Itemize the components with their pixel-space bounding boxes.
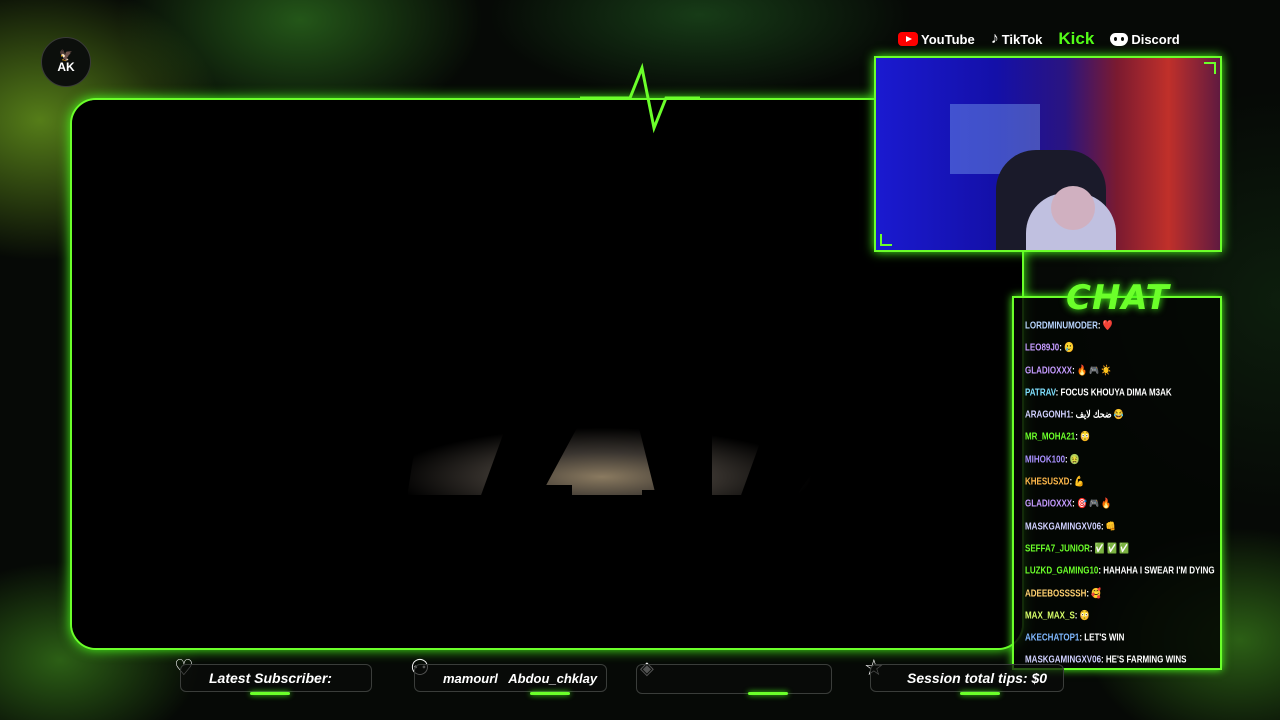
- chat-username: patrav: [1025, 386, 1056, 398]
- chat-username: luzkd_gaming10: [1025, 564, 1099, 577]
- chat-text: : 🔥 🎮 ☀️: [1072, 364, 1112, 376]
- tiktok-icon: ♪: [990, 30, 999, 47]
- social-tiktok-label: TikTok: [1001, 31, 1043, 47]
- latest-subscriber-pill: Latest Subscriber:: [180, 664, 372, 692]
- glow-accent: [250, 692, 290, 695]
- streamer-head: [1051, 186, 1095, 230]
- corner-bracket-icon: [1204, 62, 1216, 74]
- chat-text: : 👊: [1101, 520, 1116, 532]
- social-youtube[interactable]: YouTube: [898, 32, 975, 47]
- chat-username: adeebossssh: [1025, 587, 1087, 599]
- chat-text: : 😳: [1075, 430, 1091, 443]
- chat-username: gladioxxx: [1025, 497, 1073, 510]
- chat-username: khesusxd: [1025, 475, 1070, 487]
- chat-text: : 💪: [1069, 475, 1085, 487]
- chat-username: aragonh1: [1025, 408, 1071, 420]
- social-tiktok[interactable]: ♪ TikTok: [991, 30, 1043, 48]
- empty-alert-pill: [636, 664, 832, 694]
- chat-text: : HE'S FARMING WINS: [1101, 653, 1187, 666]
- chat-text: : 🥰: [1086, 587, 1102, 599]
- chat-username: gladioxxx: [1025, 364, 1073, 376]
- social-youtube-label: YouTube: [921, 31, 975, 47]
- chat-text: : ✅ ✅ ✅: [1089, 542, 1130, 554]
- logo-text: AK: [57, 60, 75, 74]
- corner-bracket-icon: [880, 234, 892, 246]
- chat-message-list: lordminumoder: ❤️ leo89j0: 🥲 gladioxxx: 🔥 …: [1025, 317, 1215, 674]
- chat-username: lordminumoder: [1025, 319, 1098, 331]
- chat-username: seffa7_junior: [1025, 542, 1090, 554]
- heartbeat-line: [580, 62, 700, 134]
- glow-accent: [748, 692, 788, 695]
- channel-logo: 🦅 AK: [41, 37, 91, 87]
- chat-text: : 🥲: [1059, 341, 1075, 354]
- kick-wordmark: Kick: [1058, 29, 1095, 48]
- social-discord[interactable]: Discord: [1110, 31, 1180, 47]
- glow-accent: [530, 692, 570, 695]
- webcam-feed: [874, 56, 1222, 252]
- chat-text: : LET'S WIN: [1079, 631, 1125, 643]
- chat-username: mr_moha21: [1025, 430, 1076, 443]
- chat-text: : 🤢: [1065, 453, 1080, 465]
- chat-text: : HAHAHA I SWEAR I'M DYING: [1098, 564, 1215, 577]
- chat-text: : 🎯 🎮 🔥: [1072, 497, 1112, 510]
- latest-subscriber-label: Latest Subscriber:: [209, 670, 332, 686]
- chat-text: : 😳: [1074, 609, 1090, 621]
- youtube-icon: [898, 32, 918, 46]
- follower-ticker-text: mamourl Abdou_chklay: [443, 670, 598, 686]
- chat-username: maskgamingxv06: [1025, 520, 1102, 532]
- session-tips-label: Session total tips: $0: [907, 670, 1048, 686]
- glow-accent: [960, 692, 1000, 695]
- social-kick[interactable]: Kick: [1058, 29, 1094, 49]
- chat-username: akechatop1: [1025, 631, 1080, 643]
- chat-text: : FOCUS KHOUYA DIMA M3AK: [1055, 386, 1172, 398]
- chat-username: mihok100: [1025, 453, 1066, 465]
- chat-title: CHAT: [1066, 278, 1170, 318]
- session-tips-pill: Session total tips: $0: [870, 664, 1064, 692]
- chat-text: : ❤️: [1097, 319, 1113, 331]
- chat-username: leo89j0: [1025, 341, 1060, 354]
- social-discord-label: Discord: [1131, 31, 1180, 47]
- chat-text: : ضحك لايف 😂: [1070, 408, 1124, 420]
- discord-icon: [1110, 32, 1129, 46]
- follower-ticker-pill: mamourl Abdou_chklay: [414, 664, 607, 692]
- social-links: YouTube ♪ TikTok Kick Discord: [898, 28, 1180, 50]
- chat-username: max_max_s: [1025, 609, 1075, 621]
